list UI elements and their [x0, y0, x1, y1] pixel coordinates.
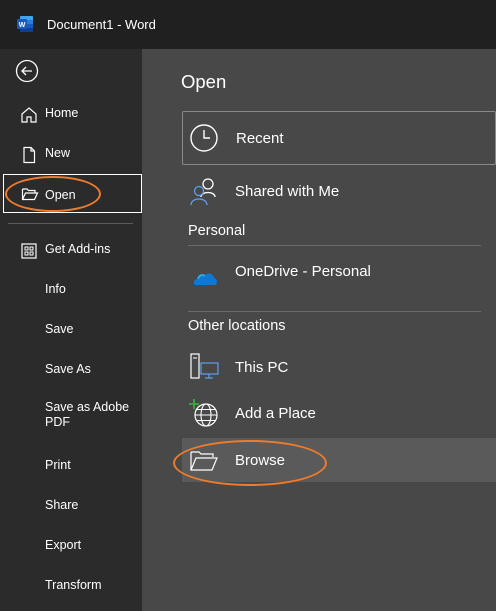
sidebar-item-label: Info [45, 282, 66, 296]
location-recent[interactable]: Recent [182, 111, 496, 165]
section-heading-other-locations: Other locations [188, 318, 286, 334]
location-add-a-place[interactable]: Add a Place [182, 391, 496, 435]
sidebar-item-save[interactable]: Save [0, 313, 142, 347]
location-onedrive-personal[interactable]: OneDrive - Personal [182, 249, 496, 293]
section-divider [188, 245, 481, 246]
location-shared-with-me[interactable]: Shared with Me [182, 169, 496, 213]
shared-people-icon [190, 178, 216, 206]
sidebar-item-label: Home [45, 106, 79, 120]
svg-text:W: W [19, 22, 26, 29]
sidebar-item-export[interactable]: Export [0, 529, 142, 563]
sidebar-item-get-add-ins[interactable]: Get Add-ins [0, 233, 142, 267]
sidebar-item-label: Print [45, 458, 71, 472]
open-folder-icon [21, 188, 39, 201]
open-panel: Open Recent Shared with Me Personal OneD… [142, 49, 496, 611]
location-label: This PC [235, 359, 289, 376]
page-title: Open [181, 71, 227, 92]
sidebar-item-transform[interactable]: Transform [0, 569, 142, 603]
sidebar-item-label: Share [45, 498, 79, 512]
onedrive-cloud-icon [193, 273, 217, 285]
sidebar-item-label: Save [45, 322, 74, 336]
sidebar-item-label: Open [45, 188, 76, 202]
location-browse[interactable]: Browse [182, 438, 496, 482]
new-document-icon [23, 146, 36, 164]
location-this-pc[interactable]: This PC [182, 345, 496, 389]
sidebar-item-share[interactable]: Share [0, 489, 142, 523]
location-label: Recent [236, 130, 284, 147]
sidebar-item-info[interactable]: Info [0, 273, 142, 307]
sidebar-divider [8, 223, 133, 224]
location-label: Add a Place [235, 405, 316, 422]
location-label: OneDrive - Personal [235, 263, 371, 280]
sidebar-item-open[interactable]: Open [3, 174, 142, 213]
sidebar-item-save-as-adobe-pdf[interactable]: Save as Adobe PDF [0, 393, 142, 439]
window-title: Document1 - Word [47, 17, 156, 32]
browse-folder-icon [190, 451, 218, 471]
sidebar-item-label: New [45, 146, 71, 160]
location-label: Browse [235, 452, 286, 469]
computer-icon [190, 353, 219, 379]
section-divider [188, 311, 481, 312]
add-ins-grid-icon [21, 243, 37, 259]
sidebar-item-home[interactable]: Home [0, 97, 142, 131]
sidebar-item-label: Save as Adobe PDF [45, 400, 130, 429]
sidebar-item-label: Transform [45, 578, 102, 592]
sidebar-item-label: Get Add-ins [45, 242, 111, 256]
globe-add-icon [189, 399, 218, 427]
location-label: Shared with Me [235, 183, 340, 200]
word-logo-icon: W [17, 16, 33, 32]
title-bar: W Document1 - Word [0, 0, 496, 49]
sidebar-item-print[interactable]: Print [0, 449, 142, 483]
sidebar-item-label: Save As [45, 362, 91, 376]
section-heading-personal: Personal [188, 223, 246, 239]
clock-icon [190, 124, 218, 152]
back-arrow-icon[interactable] [15, 59, 39, 83]
sidebar-item-save-as[interactable]: Save As [0, 353, 142, 387]
home-icon [21, 107, 37, 123]
backstage-sidebar: Home New Open Get Add-ins Info Save Save… [0, 49, 142, 611]
sidebar-item-new[interactable]: New [0, 137, 142, 171]
sidebar-item-label: Export [45, 538, 82, 552]
